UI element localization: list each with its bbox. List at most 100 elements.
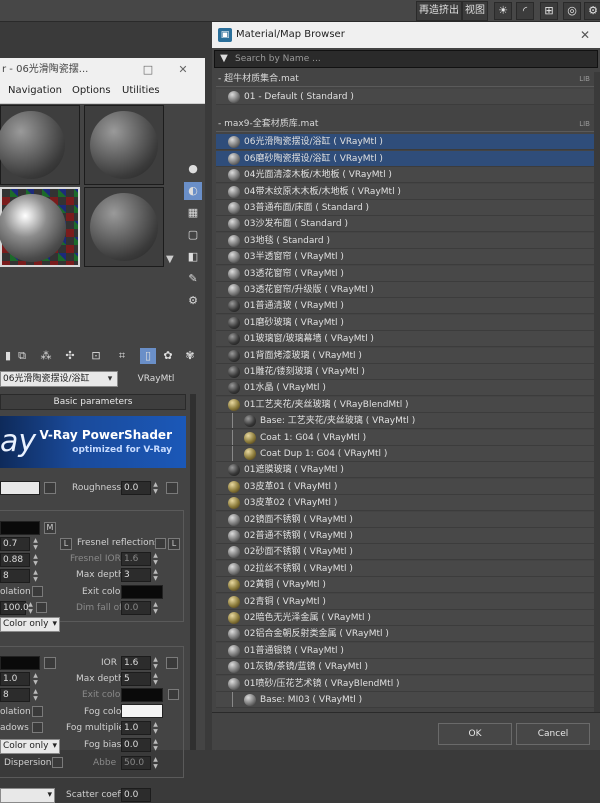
l-button[interactable]: L	[60, 538, 72, 550]
refl-glossiness-spinner[interactable]: ▲ ▼	[32, 537, 39, 551]
m-button[interactable]: M	[44, 522, 56, 534]
menu-utilities[interactable]: Utilities	[122, 85, 160, 96]
fresnel-ior-value[interactable]: 1.6	[121, 552, 151, 566]
list-scrollbar[interactable]	[594, 72, 600, 712]
ior-spinner[interactable]: ▲ ▼	[152, 656, 159, 670]
dim-falloff-field[interactable]: 0.0	[121, 601, 151, 615]
material-list-item[interactable]: 01玻璃窗/玻璃幕墙 ( VRayMtl )	[216, 331, 594, 348]
extrude-button[interactable]: 再造挤出	[416, 1, 462, 21]
view-button[interactable]: 视图	[462, 1, 488, 21]
material-slot-3-active[interactable]	[0, 187, 80, 267]
show-map-icon[interactable]: ▯	[140, 348, 156, 364]
material-list-item[interactable]: 03透花窗帘/升级版 ( VRayMtl )	[216, 282, 594, 298]
material-list-item[interactable]: 02黄铜 ( VRayMtl )	[216, 577, 594, 594]
interpolation-checkbox[interactable]	[32, 586, 43, 597]
material-list-item[interactable]: 06光滑陶瓷摆设/浴缸 ( VRayMtl )	[216, 134, 594, 151]
fresnel-ior-field[interactable]: 0.88	[0, 553, 30, 567]
affect-channels-dropdown-1[interactable]: Color only ▾	[0, 617, 60, 632]
material-list-item[interactable]: 04光面清漆木板/木地板 ( VRayMtl )	[216, 167, 594, 184]
diffuse-color-swatch[interactable]	[0, 481, 40, 495]
scatter-coeff-field[interactable]: 0.0	[121, 788, 151, 802]
material-list-item[interactable]: 06磨砂陶瓷摆设/浴缸 ( VRayMtl )	[216, 150, 594, 167]
assign-material-icon[interactable]: ⁂	[38, 348, 54, 364]
material-list-item[interactable]: Base: 工艺夹花/夹丝玻璃 ( VRayMtl )	[216, 413, 594, 430]
refl-subdivs-spinner[interactable]: ▲ ▼	[32, 569, 39, 583]
material-list-item[interactable]: 01灰镜/茶镜/蓝镜 ( VRayMtl )	[216, 659, 594, 676]
refr-exit-color-swatch[interactable]	[121, 688, 163, 702]
reset-map-icon[interactable]: ✣	[62, 348, 78, 364]
material-slot-2[interactable]	[84, 105, 164, 185]
fresnel-reflections-checkbox[interactable]	[155, 538, 166, 549]
dim-distance-spinner[interactable]: ▲ ▼	[27, 601, 34, 615]
material-name-field[interactable]: 06光滑陶瓷摆设/浴缸 ▾	[0, 371, 118, 387]
library-group-header[interactable]: - 超牛材质集合.mat LIB	[216, 72, 594, 87]
hierarchy-icon[interactable]: ⊞	[540, 2, 558, 20]
video-color-icon[interactable]: ◧	[184, 248, 202, 266]
material-list-item[interactable]: 01普通银镜 ( VRayMtl )	[216, 642, 594, 659]
maximize-icon[interactable]: □	[138, 58, 158, 82]
material-list-item[interactable]: 03沙发布面 ( Standard )	[216, 216, 594, 233]
roughness-spinner[interactable]: ▲ ▼	[152, 481, 159, 495]
backlight-icon[interactable]: ◐	[184, 182, 202, 200]
search-input[interactable]: Search by Name ...	[235, 51, 321, 67]
make-unique-icon[interactable]: ⌗	[114, 348, 130, 364]
max-depth-field[interactable]: 3	[121, 568, 151, 582]
material-list-item[interactable]: Coat Dup 1: G04 ( VRayMtl )	[216, 446, 594, 462]
material-list-item[interactable]: 01水晶 ( VRayMtl )	[216, 380, 594, 397]
material-list-item[interactable]: 02拉丝不锈钢 ( VRayMtl )	[216, 560, 594, 577]
scatter-dropdown[interactable]: ▾	[0, 788, 55, 803]
refr-exit-color-checkbox[interactable]	[168, 689, 179, 700]
refr-subdivs-spinner[interactable]: ▲ ▼	[32, 688, 39, 702]
material-type-button[interactable]: VRayMtl	[126, 371, 186, 387]
gear-icon[interactable]: ⚙	[584, 2, 600, 20]
ior-field[interactable]: 1.6	[121, 656, 151, 670]
refr-max-depth-field[interactable]: 5	[121, 672, 151, 686]
options-icon[interactable]: ⚙	[184, 292, 202, 310]
dim-falloff-spinner[interactable]: ▲ ▼	[152, 601, 159, 615]
copy-material-icon[interactable]: ⊡	[88, 348, 104, 364]
material-list-item[interactable]: 01喷砂/压花艺术镜 ( VRayBlendMtl )	[216, 675, 594, 692]
refract-map-button[interactable]	[44, 657, 56, 669]
material-list-item[interactable]: 01 - Default ( Standard )	[216, 89, 594, 105]
material-list-item[interactable]: 03半透窗帘 ( VRayMtl )	[216, 249, 594, 266]
ior-map-button[interactable]	[166, 657, 178, 669]
roughness-field[interactable]: 0.0	[121, 481, 151, 495]
material-list-item[interactable]: 03透花窗帘 ( VRayMtl )	[216, 265, 594, 282]
make-preview-icon[interactable]: ✎	[184, 270, 202, 288]
material-list-item[interactable]: 02砂面不锈钢 ( VRayMtl )	[216, 544, 594, 561]
circle-icon[interactable]: ◎	[563, 2, 581, 20]
dim-distance-field[interactable]: 100.0	[0, 601, 29, 615]
material-slot-1[interactable]	[0, 105, 80, 185]
material-list-item[interactable]: 03皮革02 ( VRayMtl )	[216, 495, 594, 512]
fresnel-ior-value-spinner[interactable]: ▲ ▼	[152, 552, 159, 566]
roughness-map-button[interactable]	[166, 482, 178, 494]
close-icon[interactable]: ✕	[580, 22, 590, 48]
basic-parameters-rollout[interactable]: Basic parameters	[0, 394, 186, 410]
fog-color-swatch[interactable]	[121, 704, 163, 718]
fog-multiplier-field[interactable]: 1.0	[121, 721, 151, 735]
browser-menu-icon[interactable]: ▼	[217, 52, 231, 66]
dispersion-checkbox[interactable]	[52, 757, 63, 768]
material-list-item[interactable]: 01磨砂玻璃 ( VRayMtl )	[216, 314, 594, 331]
sun-icon[interactable]: ☀	[494, 2, 512, 20]
refr-subdivs-field[interactable]: 8	[0, 688, 30, 702]
material-list-item[interactable]: 02青铜 ( VRayMtl )	[216, 593, 594, 610]
exit-color-swatch[interactable]	[121, 585, 163, 599]
reflect-color-swatch[interactable]	[0, 521, 40, 535]
material-list-item[interactable]: 04带木纹原木木板/木地板 ( VRayMtl )	[216, 183, 594, 200]
ok-button[interactable]: OK	[438, 723, 512, 745]
material-list-item[interactable]: 03皮革01 ( VRayMtl )	[216, 478, 594, 495]
material-list-item[interactable]: 01普通清玻 ( VRayMtl )	[216, 298, 594, 315]
abbe-spinner[interactable]: ▲ ▼	[152, 756, 159, 770]
go-to-parent-icon[interactable]: ✾	[182, 348, 198, 364]
menu-navigation[interactable]: Navigation	[8, 85, 62, 96]
refl-glossiness-field[interactable]: 0.7	[0, 537, 30, 551]
material-list-item[interactable]: Coat 1: G04 ( VRayMtl )	[216, 429, 594, 446]
put-to-scene-icon[interactable]: ⧉	[14, 348, 30, 364]
menu-options[interactable]: Options	[72, 85, 111, 96]
fog-multiplier-spinner[interactable]: ▲ ▼	[152, 721, 159, 735]
max-depth-spinner[interactable]: ▲ ▼	[152, 568, 159, 582]
material-list-item[interactable]: 01遮膜玻璃 ( VRayMtl )	[216, 462, 594, 479]
background-icon[interactable]: ▦	[184, 204, 202, 222]
material-list-item[interactable]: 02暗色无光泽金属 ( VRayMtl )	[216, 610, 594, 626]
